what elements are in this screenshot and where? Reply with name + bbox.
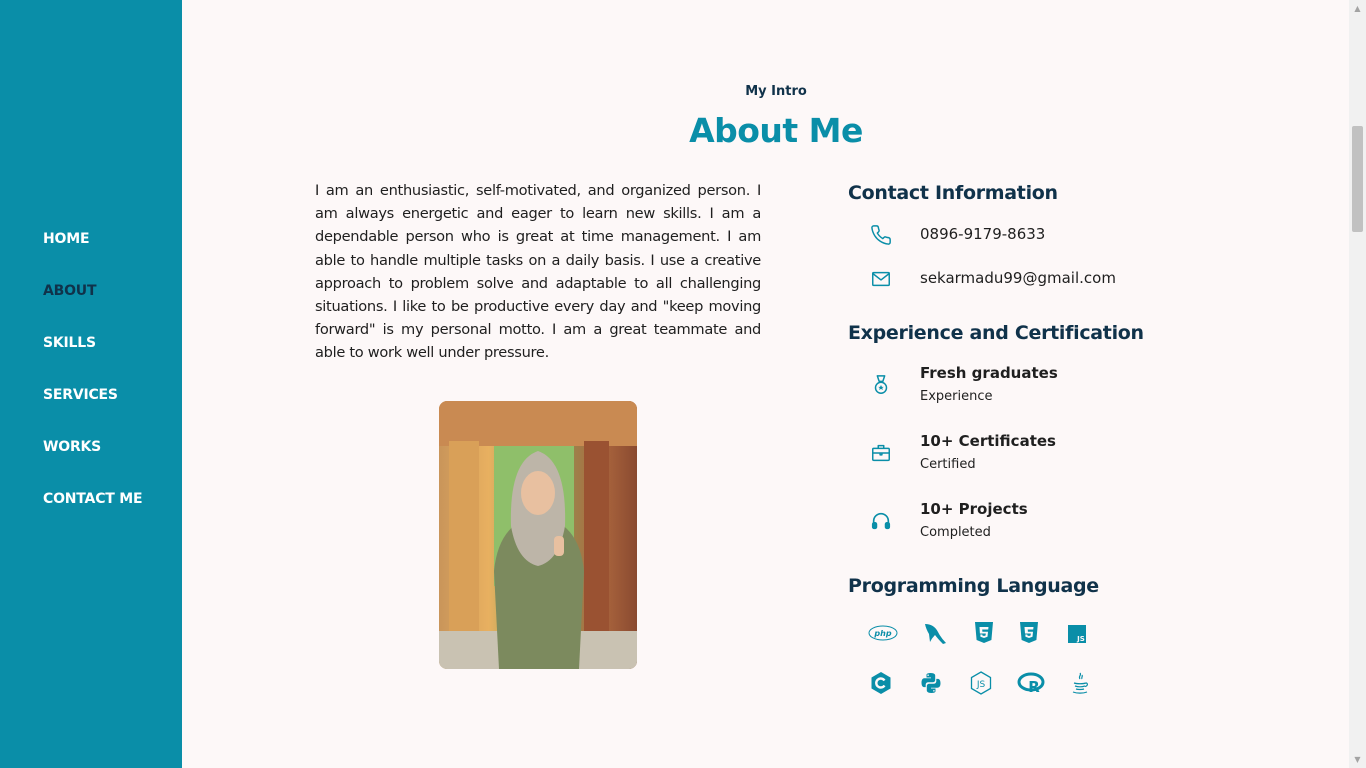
contact-heading: Contact Information xyxy=(848,182,1058,204)
nav-item-about[interactable]: ABOUT xyxy=(43,280,142,332)
medal-icon xyxy=(870,374,892,396)
about-section: My Intro About Me I am an enthusiastic, … xyxy=(182,0,1349,768)
nav-item-contact-me[interactable]: CONTACT ME xyxy=(43,488,143,540)
php-icon: php xyxy=(868,620,898,646)
sidebar: HOME ABOUT SKILLS SERVICES WORKS CONTACT… xyxy=(0,0,182,768)
page-scrollbar[interactable]: ▲ ▼ xyxy=(1349,0,1366,768)
certificates-subtitle: Certified xyxy=(920,457,976,472)
nav-item-home[interactable]: HOME xyxy=(43,228,142,280)
nav-item-skills[interactable]: SKILLS xyxy=(43,332,142,384)
section-title: About Me xyxy=(689,111,863,150)
phone-icon xyxy=(870,224,892,246)
nav-item-services[interactable]: SERVICES xyxy=(43,384,142,436)
briefcase-icon xyxy=(870,442,892,464)
nodejs-icon: JS xyxy=(968,670,994,696)
java-icon xyxy=(1067,670,1093,696)
r-icon: R xyxy=(1017,670,1047,696)
svg-text:R: R xyxy=(1028,678,1040,696)
about-bio: I am an enthusiastic, self-motivated, an… xyxy=(315,182,761,362)
projects-subtitle: Completed xyxy=(920,525,991,540)
experience-subtitle: Experience xyxy=(920,389,993,404)
projects-title: 10+ Projects xyxy=(920,500,1028,518)
svg-text:php: php xyxy=(873,629,891,638)
languages-heading: Programming Language xyxy=(848,575,1099,597)
nav-item-works[interactable]: WORKS xyxy=(43,436,142,488)
sidebar-nav: HOME ABOUT SKILLS SERVICES WORKS CONTACT… xyxy=(43,228,143,540)
html5-icon xyxy=(971,620,997,646)
svg-text:JS: JS xyxy=(1076,635,1085,643)
scrollbar-thumb[interactable] xyxy=(1352,126,1363,232)
mysql-icon xyxy=(922,620,948,646)
javascript-icon: JS xyxy=(1064,621,1090,647)
python-icon xyxy=(918,670,944,696)
experience-title: Fresh graduates xyxy=(920,364,1058,382)
email-address[interactable]: sekarmadu99@gmail.com xyxy=(920,269,1116,287)
experience-heading: Experience and Certification xyxy=(848,322,1144,344)
mail-icon xyxy=(870,268,892,290)
section-subtitle: My Intro xyxy=(745,84,807,99)
scroll-down-arrow-icon[interactable]: ▼ xyxy=(1349,751,1366,768)
c-icon xyxy=(868,670,894,696)
css3-icon xyxy=(1016,620,1042,646)
headset-icon xyxy=(870,510,892,532)
profile-photo xyxy=(439,401,637,669)
certificates-title: 10+ Certificates xyxy=(920,432,1056,450)
scroll-up-arrow-icon[interactable]: ▲ xyxy=(1349,0,1366,17)
profile-photo-image xyxy=(439,401,637,669)
svg-text:JS: JS xyxy=(976,680,986,690)
phone-number[interactable]: 0896-9179-8633 xyxy=(920,225,1045,243)
